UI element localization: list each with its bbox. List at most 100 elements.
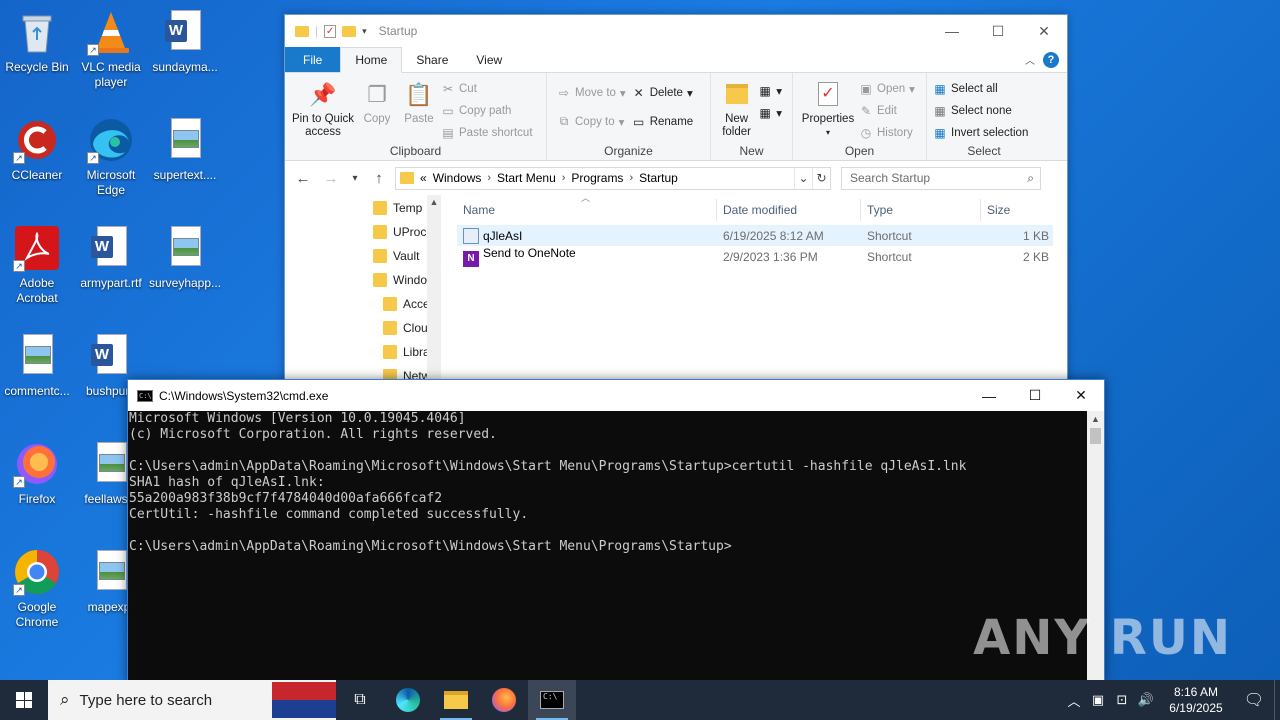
collapse-ribbon-icon[interactable]: ︿ — [1025, 52, 1035, 67]
task-view-button[interactable]: ⧉ — [336, 680, 384, 720]
minimize-button[interactable]: — — [966, 381, 1012, 411]
desktop-icon-sundayma[interactable]: W sundayma... — [148, 8, 222, 75]
breadcrumb-start-menu[interactable]: Start Menu — [497, 171, 556, 185]
address-dropdown-icon[interactable]: ⌄ — [794, 167, 812, 189]
file-list[interactable]: ︿ Name Date modified Type Size qJleAsI 6… — [441, 193, 1067, 391]
minimize-button[interactable]: — — [929, 16, 975, 46]
nav-item[interactable]: Vault — [373, 245, 419, 267]
usb-icon[interactable]: ⊡ — [1110, 692, 1134, 708]
cmd-titlebar[interactable]: C:\ C:\Windows\System32\cmd.exe — ☐ ✕ — [128, 380, 1104, 411]
breadcrumb-overflow[interactable]: « — [420, 171, 427, 185]
taskbar-edge[interactable] — [384, 680, 432, 720]
back-button[interactable]: ← — [291, 170, 315, 187]
move-to-button[interactable]: ⇨ Move to ▾ — [557, 83, 632, 102]
desktop-icon-vlc[interactable]: ↗ VLC media player — [74, 8, 148, 90]
nav-item[interactable]: Windo — [373, 269, 427, 291]
explorer-titlebar[interactable]: | ✓ ▾ Startup — ☐ ✕ — [285, 15, 1067, 47]
chevron-right-icon[interactable]: › — [487, 172, 491, 184]
nav-item[interactable]: UProc — [373, 221, 426, 243]
desktop-icon-firefox[interactable]: ↗ Firefox — [0, 440, 74, 507]
cmd-console-output[interactable]: Microsoft Windows [Version 10.0.19045.40… — [128, 411, 1088, 683]
new-item-icon: ▦ — [759, 83, 771, 98]
cmd-window[interactable]: C:\ C:\Windows\System32\cmd.exe — ☐ ✕ Mi… — [127, 379, 1105, 683]
delete-button[interactable]: ✕ Delete ▾ — [632, 83, 699, 102]
forward-button[interactable]: → — [319, 170, 343, 187]
desktop-icon-ccleaner[interactable]: ↗ CCleaner — [0, 116, 74, 183]
taskbar-file-explorer[interactable] — [432, 680, 480, 720]
scroll-up-icon[interactable]: ▲ — [1087, 411, 1104, 428]
invert-selection-button[interactable]: ▦ Invert selection — [933, 123, 1034, 142]
file-row[interactable]: N Send to OneNote 2/9/2023 1:36 PM Shortc… — [457, 246, 1053, 267]
copy-path-button[interactable]: ▭ Copy path — [441, 101, 539, 120]
chevron-right-icon[interactable]: › — [562, 172, 566, 184]
select-none-button[interactable]: ▦ Select none — [933, 101, 1034, 120]
help-icon[interactable]: ? — [1043, 51, 1059, 68]
refresh-icon[interactable]: ↻ — [812, 167, 830, 189]
rename-button[interactable]: ▭ Rename — [632, 112, 699, 131]
navigation-pane[interactable]: Temp UProc Vault Windo Acce Clou Libra N… — [285, 195, 441, 391]
column-type[interactable]: Type — [861, 199, 981, 221]
nav-item[interactable]: Libra — [383, 341, 430, 363]
chevron-up-icon[interactable]: ︿ — [1062, 691, 1086, 710]
scroll-thumb[interactable] — [1090, 428, 1101, 444]
taskbar-search-box[interactable]: ⌕ Type here to search — [48, 680, 336, 720]
desktop-icon-commentc[interactable]: commentc... — [0, 332, 74, 399]
desktop-icon-microsoft-edge[interactable]: ↗ Microsoft Edge — [74, 116, 148, 198]
volume-icon[interactable]: 🔊 — [1134, 692, 1158, 708]
cut-button[interactable]: ✂ Cut — [441, 79, 539, 98]
tab-share[interactable]: Share — [402, 47, 462, 72]
new-folder-icon[interactable] — [342, 25, 357, 37]
network-icon[interactable]: ▣ — [1086, 692, 1110, 708]
tab-home[interactable]: Home — [340, 47, 403, 73]
taskbar-firefox[interactable] — [480, 680, 528, 720]
nav-item[interactable]: Temp — [373, 197, 422, 219]
chevron-down-icon[interactable]: ▾ — [362, 26, 367, 37]
search-input[interactable]: Search Startup ⌕ — [841, 166, 1041, 190]
file-row[interactable]: qJleAsI 6/19/2025 8:12 AM Shortcut 1 KB — [457, 225, 1053, 246]
close-button[interactable]: ✕ — [1058, 381, 1104, 411]
breadcrumb-windows[interactable]: Windows — [433, 171, 482, 185]
new-item-button[interactable]: ▦ ▾ — [758, 81, 788, 100]
recent-locations-button[interactable]: ▾ — [347, 173, 363, 184]
clock[interactable]: 8:16 AM 6/19/2025 — [1158, 684, 1234, 716]
show-desktop-button[interactable] — [1274, 680, 1280, 720]
breadcrumb-startup[interactable]: Startup — [639, 171, 678, 185]
chevron-right-icon[interactable]: › — [629, 172, 633, 184]
search-highlight-image[interactable] — [272, 682, 336, 718]
tab-view[interactable]: View — [462, 47, 516, 72]
maximize-button[interactable]: ☐ — [975, 16, 1021, 46]
close-button[interactable]: ✕ — [1021, 16, 1067, 46]
scroll-up-icon[interactable]: ▲ — [427, 195, 441, 209]
taskbar: ⌕ Type here to search ⧉ C:\ ︿ ▣ ⊡ 🔊 8:16… — [0, 680, 1280, 720]
desktop-icon-recycle-bin[interactable]: Recycle Bin — [0, 8, 74, 75]
taskbar-cmd[interactable]: C:\ — [528, 680, 576, 720]
desktop-icon-armypart[interactable]: W armypart.rtf — [74, 224, 148, 291]
desktop-icon-adobe-acrobat[interactable]: ↗ Adobe Acrobat — [0, 224, 74, 306]
properties-icon[interactable]: ✓ — [324, 24, 337, 38]
easy-access-button[interactable]: ▦ ▾ — [758, 103, 788, 122]
breadcrumb-programs[interactable]: Programs — [571, 171, 623, 185]
nav-scrollbar[interactable]: ▲ — [427, 195, 441, 391]
tab-file[interactable]: File — [285, 47, 341, 72]
paste-shortcut-button[interactable]: ▤ Paste shortcut — [441, 123, 539, 142]
column-size[interactable]: Size — [981, 199, 1059, 221]
copy-to-button[interactable]: ⧉ Copy to ▾ — [557, 112, 632, 131]
start-button[interactable] — [0, 680, 48, 720]
desktop-icon-google-chrome[interactable]: ↗ Google Chrome — [0, 548, 74, 630]
desktop-icon-surveyhapp[interactable]: surveyhapp... — [148, 224, 222, 291]
shortcut-file-icon — [463, 227, 479, 244]
maximize-button[interactable]: ☐ — [1012, 381, 1058, 411]
select-all-button[interactable]: ▦ Select all — [933, 79, 1034, 98]
nav-item[interactable]: Acce — [383, 293, 430, 315]
file-explorer-window[interactable]: | ✓ ▾ Startup — ☐ ✕ File Home Share View… — [284, 14, 1068, 394]
history-button[interactable]: ◷ History — [859, 123, 921, 142]
edit-button[interactable]: ✎ Edit — [859, 101, 921, 120]
nav-item[interactable]: Clou — [383, 317, 428, 339]
up-button[interactable]: ↑ — [367, 170, 391, 187]
address-bar[interactable]: « Windows › Start Menu › Programs › Star… — [395, 166, 831, 190]
column-date-modified[interactable]: Date modified — [717, 199, 861, 221]
open-button[interactable]: ▣ Open ▾ — [859, 79, 921, 98]
folder-icon — [295, 25, 309, 37]
notification-icon[interactable]: 🗨 — [1234, 690, 1274, 710]
desktop-icon-supertext[interactable]: supertext.... — [148, 116, 222, 183]
